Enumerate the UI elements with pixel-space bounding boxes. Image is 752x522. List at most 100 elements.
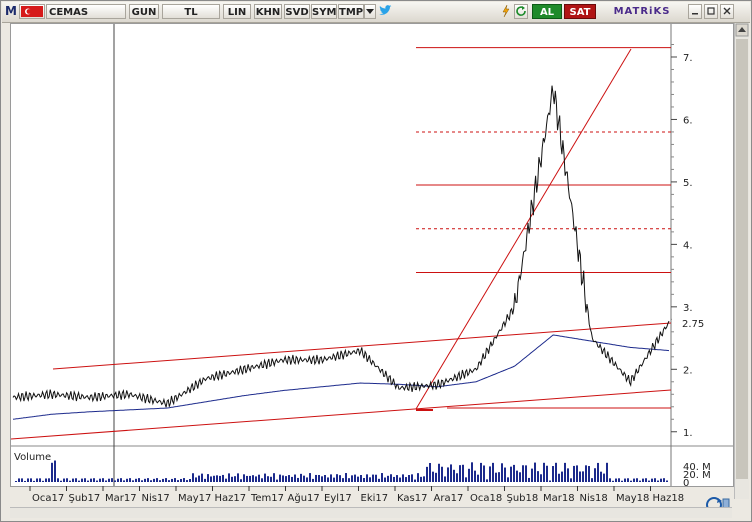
volume-bar xyxy=(225,478,227,482)
volume-bar xyxy=(465,477,467,482)
volume-bar xyxy=(411,474,413,482)
refresh-icon[interactable] xyxy=(514,4,528,19)
volume-bar xyxy=(201,473,203,482)
volume-bar xyxy=(558,473,560,482)
volume-bar xyxy=(24,480,26,482)
volume-bar xyxy=(282,475,284,482)
volume-bar xyxy=(162,478,164,482)
volume-bar xyxy=(573,465,575,482)
x-tick-label: Mar18 xyxy=(543,493,575,504)
volume-bar xyxy=(306,477,308,482)
volume-bar xyxy=(429,462,431,482)
volume-bar xyxy=(102,478,104,482)
volume-bar xyxy=(63,478,65,482)
volume-bar xyxy=(519,472,521,482)
volume-bar xyxy=(183,478,185,482)
volume-bar xyxy=(249,475,251,482)
volume-bar xyxy=(561,471,563,482)
period-button[interactable]: GUN xyxy=(129,4,159,19)
scale-button[interactable]: LIN xyxy=(223,4,251,19)
price-chart[interactable]: 1. 2. 3. 4. 5. 6. 7. 2.75 Volume 40. M20. M0 xyxy=(10,24,733,489)
y-tick-label: 7. xyxy=(683,53,693,64)
volume-bar xyxy=(390,474,392,482)
horizontal-scrollbar[interactable] xyxy=(10,507,732,518)
volume-bar xyxy=(246,475,248,482)
volume-bar xyxy=(96,480,98,482)
volume-bar xyxy=(597,462,599,482)
volume-bar xyxy=(477,474,479,482)
volume-bar xyxy=(639,480,641,482)
volume-bar xyxy=(642,478,644,482)
volume-bar xyxy=(372,474,374,482)
volume-bar xyxy=(585,465,587,482)
vertical-scrollbar[interactable] xyxy=(734,23,749,499)
flag-icon[interactable] xyxy=(19,4,45,19)
volume-bar xyxy=(168,480,170,482)
svd-button[interactable]: SVD xyxy=(284,4,310,19)
volume-bar xyxy=(600,471,602,482)
volume-bar xyxy=(621,480,623,482)
khn-button[interactable]: KHN xyxy=(254,4,282,19)
volume-bar xyxy=(570,478,572,482)
volume-bar xyxy=(348,478,350,482)
volume-bar xyxy=(210,476,212,482)
volume-bar xyxy=(198,475,200,482)
volume-bar xyxy=(330,474,332,482)
volume-bar xyxy=(528,477,530,482)
volume-bar xyxy=(522,465,524,482)
volume-bar xyxy=(105,480,107,482)
volume-bar xyxy=(555,462,557,482)
volume-bar xyxy=(15,481,17,482)
close-icon[interactable] xyxy=(720,4,734,19)
chart-area[interactable]: 1. 2. 3. 4. 5. 6. 7. 2.75 Volume 40. M 20. M0 xyxy=(10,23,734,489)
volume-bar xyxy=(666,480,668,482)
volume-bar xyxy=(435,472,437,482)
volume-bar xyxy=(48,478,50,482)
volume-bar xyxy=(501,463,503,482)
lightning-icon[interactable] xyxy=(500,4,512,19)
volume-bar xyxy=(123,480,125,482)
volume-bar xyxy=(618,478,620,482)
volume-bar xyxy=(108,478,110,482)
volume-bar xyxy=(453,469,455,482)
volume-bar xyxy=(417,473,419,482)
volume-bar xyxy=(471,462,473,482)
volume-bar xyxy=(312,478,314,482)
volume-bar xyxy=(273,473,275,482)
volume-bar xyxy=(285,476,287,482)
volume-bar xyxy=(270,476,272,482)
volume-bar xyxy=(498,472,500,482)
volume-bar xyxy=(99,478,101,482)
volume-bar xyxy=(81,478,83,482)
volume-bar xyxy=(375,474,377,482)
tmp-dropdown-icon[interactable] xyxy=(364,4,376,19)
volume-bar xyxy=(444,476,446,482)
volume-bar xyxy=(495,472,497,482)
volume-bar xyxy=(171,478,173,482)
sym-button[interactable]: SYM xyxy=(311,4,337,19)
symbol-field[interactable]: CEMAS xyxy=(46,4,126,19)
volume-bar xyxy=(78,480,80,482)
volume-bar xyxy=(582,471,584,482)
scroll-thumb[interactable] xyxy=(736,39,748,479)
sell-button[interactable]: SAT xyxy=(564,4,596,19)
volume-bar xyxy=(426,466,428,482)
minimize-icon[interactable] xyxy=(688,4,702,19)
maximize-icon[interactable] xyxy=(704,4,718,19)
x-axis: Oca17 Şub17 Mar17 Nis17 May17 Haz17 Tem17 Ağu17… xyxy=(10,486,732,506)
volume-bar xyxy=(114,480,116,482)
volume-bar xyxy=(27,478,29,482)
volume-bar xyxy=(294,474,296,482)
chart-toolbar: M CEMAS GUN TL LIN KHN SVD SYM TMP AL SA… xyxy=(2,2,750,23)
volume-bar xyxy=(336,474,338,482)
y-tick-label: 1. xyxy=(683,428,693,439)
twitter-icon[interactable] xyxy=(378,4,392,19)
volume-bar xyxy=(351,475,353,482)
volume-bar xyxy=(327,477,329,482)
volume-bar xyxy=(615,478,617,482)
tmp-button[interactable]: TMP xyxy=(338,4,364,19)
currency-button[interactable]: TL xyxy=(162,4,220,19)
volume-bar xyxy=(141,480,143,482)
volume-bar xyxy=(204,478,206,482)
buy-button[interactable]: AL xyxy=(532,4,562,19)
